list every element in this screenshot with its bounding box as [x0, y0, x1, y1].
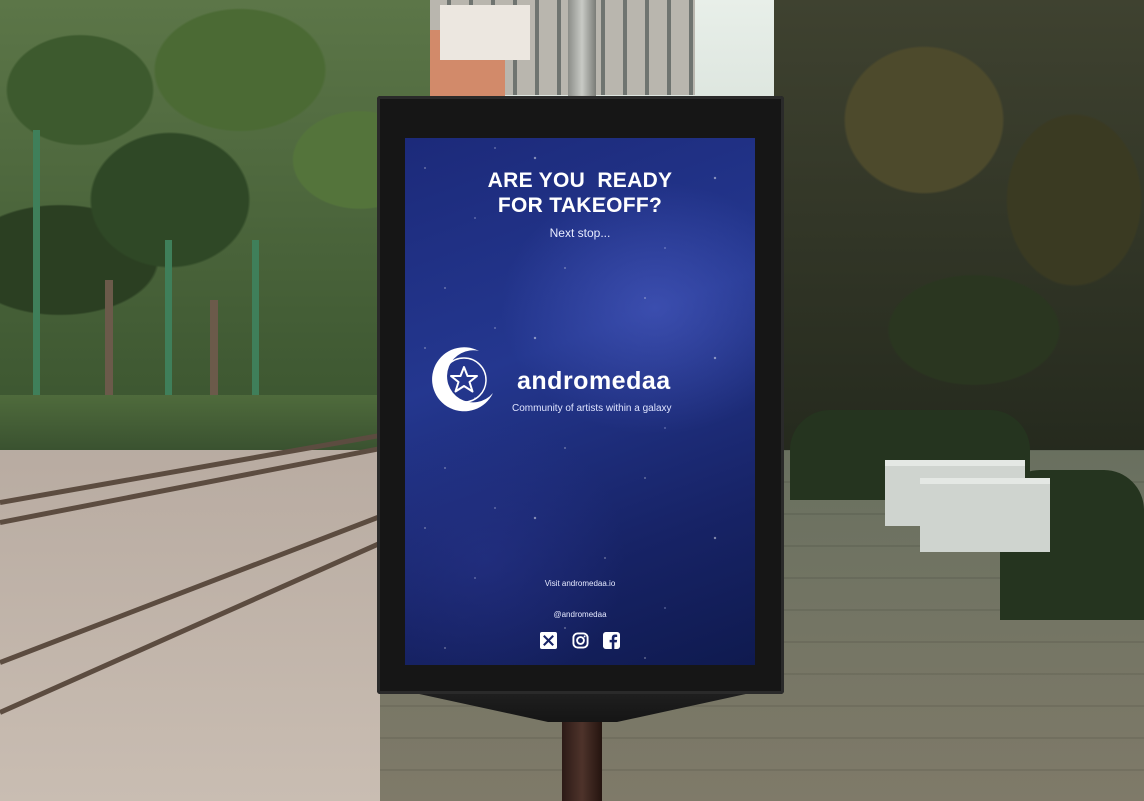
social-handle: @andromedaa [553, 610, 607, 619]
poster-headline: ARE YOU READY FOR TAKEOFF? [405, 168, 755, 218]
facebook-icon [602, 632, 620, 650]
website-text: Visit andromedaa.io [544, 579, 616, 588]
poster-subline: Next stop... [549, 226, 611, 240]
lamp-post [252, 240, 259, 405]
brand-logo: andromedaa Community of artists within a… [427, 341, 747, 421]
instagram-icon [571, 632, 589, 649]
headline-line-2: FOR TAKEOFF? [497, 194, 663, 217]
star-logo-icon [432, 347, 493, 412]
x-logo-icon [540, 632, 558, 650]
building [440, 5, 530, 60]
headline-line-1: ARE YOU READY [487, 169, 673, 192]
social-icons [405, 632, 755, 650]
tram-track-area [0, 420, 420, 801]
brand-name: andromedaa [517, 367, 671, 395]
planter-box [920, 478, 1050, 552]
tree-trunk [210, 300, 218, 410]
poster-screen: ARE YOU READY FOR TAKEOFF? Next stop... … [405, 138, 755, 665]
grass-strip [0, 395, 380, 450]
billboard-top-post [568, 0, 596, 100]
brand-tagline: Community of artists within a galaxy [512, 403, 672, 414]
trees-right [774, 0, 1144, 470]
